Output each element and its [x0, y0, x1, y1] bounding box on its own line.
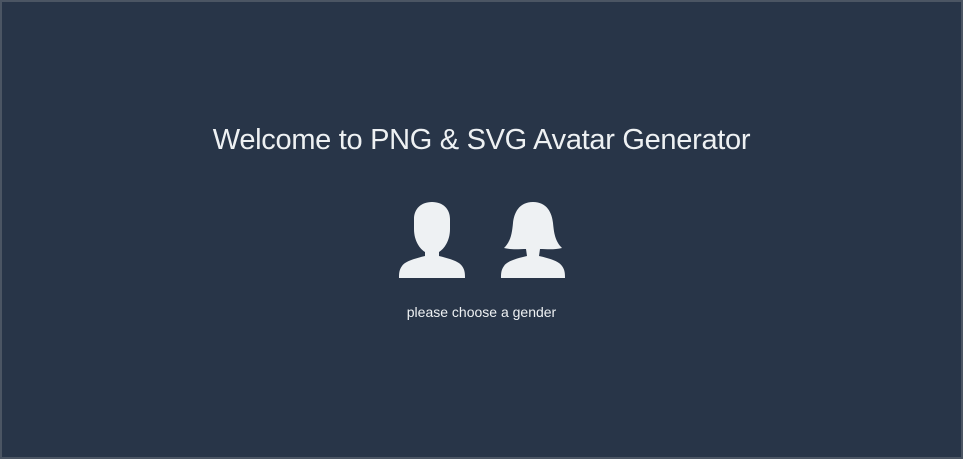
gender-prompt: please choose a gender	[406, 304, 557, 320]
female-user-icon	[501, 202, 565, 278]
app-screen: Welcome to PNG & SVG Avatar Generator pl…	[2, 2, 961, 457]
female-gender-option[interactable]	[496, 199, 570, 281]
page-title: Welcome to PNG & SVG Avatar Generator	[212, 124, 751, 156]
male-gender-option[interactable]	[395, 199, 469, 281]
male-user-icon	[399, 202, 465, 278]
